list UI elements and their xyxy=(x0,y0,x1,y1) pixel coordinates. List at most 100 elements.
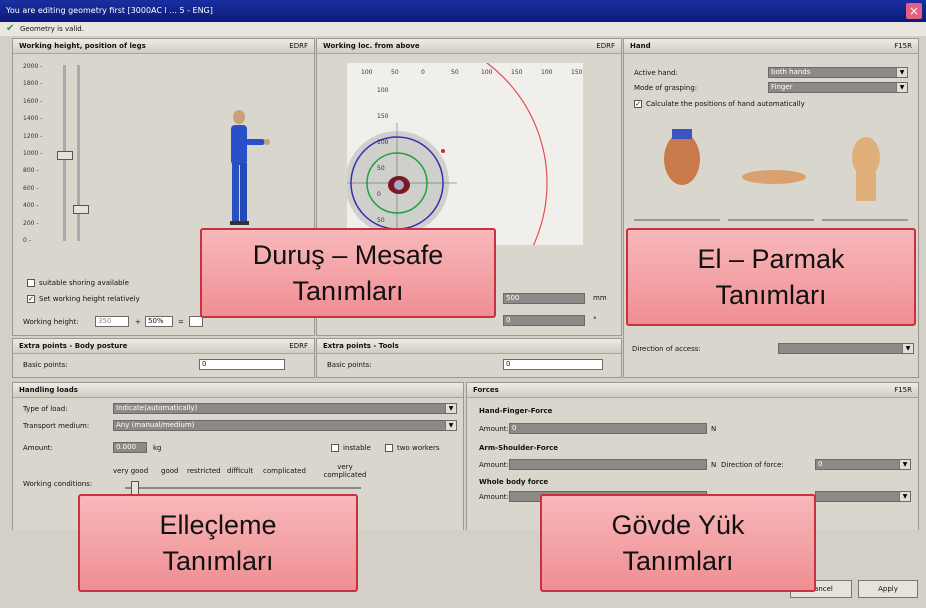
worker-figure xyxy=(230,110,270,225)
handling-loads-title: Handling loads xyxy=(19,386,78,394)
grasp-mode-select[interactable]: Finger ▼ xyxy=(768,82,908,93)
leg-slider-handle[interactable] xyxy=(73,205,89,214)
reach-x-tick: 150 xyxy=(511,69,523,76)
forces-title: Forces xyxy=(473,386,499,394)
hf-amount-label: Amount: xyxy=(479,425,509,433)
chevron-down-icon: ▼ xyxy=(899,460,910,469)
active-hand-label: Active hand: xyxy=(634,69,678,77)
body-load-overlay-line1: Gövde Yük xyxy=(611,510,745,540)
working-height-percent-input[interactable]: 50% xyxy=(145,316,173,327)
as-amount-input[interactable] xyxy=(509,459,707,470)
extra-tools-title: Extra points - Tools xyxy=(323,342,399,350)
calc-hand-label: Calculate the positions of hand automati… xyxy=(646,100,805,108)
two-workers-checkbox[interactable] xyxy=(385,444,393,452)
tools-basic-points-input[interactable]: 0 xyxy=(503,359,603,370)
instable-label: instable xyxy=(343,444,371,452)
extra-body-panel: Extra points - Body posture EDRF Basic p… xyxy=(12,338,315,378)
as-amount-label: Amount: xyxy=(479,461,509,469)
instable-checkbox[interactable] xyxy=(331,444,339,452)
two-workers-label: two workers xyxy=(397,444,440,452)
hand-finger-overlay: El – Parmak Tanımları xyxy=(626,228,916,326)
shoring-label: suitable shoring available xyxy=(39,279,129,287)
transport-medium-label: Transport medium: xyxy=(23,422,90,430)
reach-x-tick: 100 xyxy=(541,69,553,76)
cond-restricted: restricted xyxy=(187,467,221,475)
hand-slider-1[interactable] xyxy=(634,219,720,221)
working-height-label: Working height: xyxy=(23,318,79,326)
plus-sign: + xyxy=(135,318,141,326)
hand-pose-images xyxy=(664,129,880,201)
conditions-slider-track[interactable] xyxy=(125,487,361,489)
force-direction-label: Direction of force: xyxy=(721,461,784,469)
hand-panel-tag[interactable]: F15R xyxy=(894,42,912,50)
as-unit: N xyxy=(711,461,717,469)
posture-overlay-line1: Duruş – Mesafe xyxy=(252,240,444,270)
load-amount-input[interactable]: 0.000 xyxy=(113,442,147,453)
height-tick: 800 - xyxy=(23,167,39,175)
reach-x-tick: 50 xyxy=(391,69,399,76)
transport-medium-select[interactable]: Any (manual/medium) ▼ xyxy=(113,420,457,431)
wb-direction-select[interactable]: ▼ xyxy=(815,491,911,502)
working-height-input[interactable]: 350 xyxy=(95,316,129,327)
force-direction-select[interactable]: 0 ▼ xyxy=(815,459,911,470)
calc-hand-checkbox[interactable]: ✓ xyxy=(634,100,642,108)
height-tick: 600 - xyxy=(23,184,39,192)
height-tick: 1000 - xyxy=(23,150,43,157)
grasp-mode-label: Mode of grasping: xyxy=(634,84,698,92)
working-conditions-label: Working conditions: xyxy=(23,480,93,488)
apply-button[interactable]: Apply xyxy=(858,580,918,598)
active-hand-value: both hands xyxy=(771,68,811,76)
reach-x-tick: 0 xyxy=(421,69,425,76)
active-hand-select[interactable]: both hands ▼ xyxy=(768,67,908,78)
cond-very-complicated: very complicated xyxy=(323,463,367,479)
access-direction-label: Direction of access: xyxy=(632,345,701,353)
title-bar: You are editing geometry first [3000AC l… xyxy=(0,0,926,22)
angle-input[interactable]: 0 xyxy=(503,315,585,326)
close-button[interactable]: × xyxy=(906,3,922,19)
angle-unit: ° xyxy=(593,316,597,324)
relative-height-checkbox[interactable]: ✓ xyxy=(27,295,35,303)
posture-overlay-line2: Tanımları xyxy=(292,276,404,306)
legs-panel-tag[interactable]: EDRF xyxy=(289,42,308,50)
extra-body-tag[interactable]: EDRF xyxy=(289,342,308,350)
conditions-slider-handle[interactable] xyxy=(131,481,139,495)
chevron-down-icon: ▼ xyxy=(896,68,907,77)
whole-body-force-heading: Whole body force xyxy=(479,478,549,486)
hand-finger-force-heading: Hand-Finger-Force xyxy=(479,407,553,415)
hand-panel: Hand F15R Active hand: both hands ▼ Mode … xyxy=(623,38,919,378)
hand-slider-2[interactable] xyxy=(728,219,814,221)
height-tick: 1400 - xyxy=(23,115,43,123)
hf-amount-input[interactable]: 0 xyxy=(509,423,707,434)
height-slider-handle[interactable] xyxy=(57,151,73,160)
force-direction-value: 0 xyxy=(818,460,823,468)
chevron-down-icon: ▼ xyxy=(902,344,913,353)
wb-amount-label: Amount: xyxy=(479,493,509,501)
chevron-down-icon: ▼ xyxy=(896,83,907,92)
checkmark-icon: ✔ xyxy=(6,23,15,34)
extra-body-header: Extra points - Body posture EDRF xyxy=(13,339,314,354)
body-basic-points-input[interactable]: 0 xyxy=(199,359,285,370)
forces-header: Forces F15R xyxy=(467,383,918,398)
shoring-checkbox[interactable] xyxy=(27,279,35,287)
hand-panel-title: Hand xyxy=(630,42,651,50)
height-tick: 1200 - xyxy=(23,132,43,140)
cond-complicated: complicated xyxy=(263,467,306,475)
load-amount-label: Amount: xyxy=(23,444,53,452)
reach-panel-tag[interactable]: EDRF xyxy=(596,42,615,50)
load-type-value: Indicate(automatically) xyxy=(116,404,198,412)
legs-panel-header: Working height, position of legs EDRF xyxy=(13,39,314,54)
forces-tag[interactable]: F15R xyxy=(894,386,912,394)
distance-unit: mm xyxy=(593,294,607,302)
extra-body-title: Extra points - Body posture xyxy=(19,342,128,350)
distance-input[interactable]: 500 xyxy=(503,293,585,304)
height-tick: 0 - xyxy=(23,237,31,244)
reach-x-tick: 50 xyxy=(451,69,459,76)
height-tick: 2000 - xyxy=(23,63,43,70)
cond-very-good: very good xyxy=(113,467,149,475)
window-title: You are editing geometry first [3000AC l… xyxy=(6,6,213,15)
hand-panel-header: Hand F15R xyxy=(624,39,918,54)
equals-sign: = xyxy=(178,318,184,326)
load-type-select[interactable]: Indicate(automatically) ▼ xyxy=(113,403,457,414)
hand-slider-3[interactable] xyxy=(822,219,908,221)
access-direction-select[interactable]: ▼ xyxy=(778,343,914,354)
